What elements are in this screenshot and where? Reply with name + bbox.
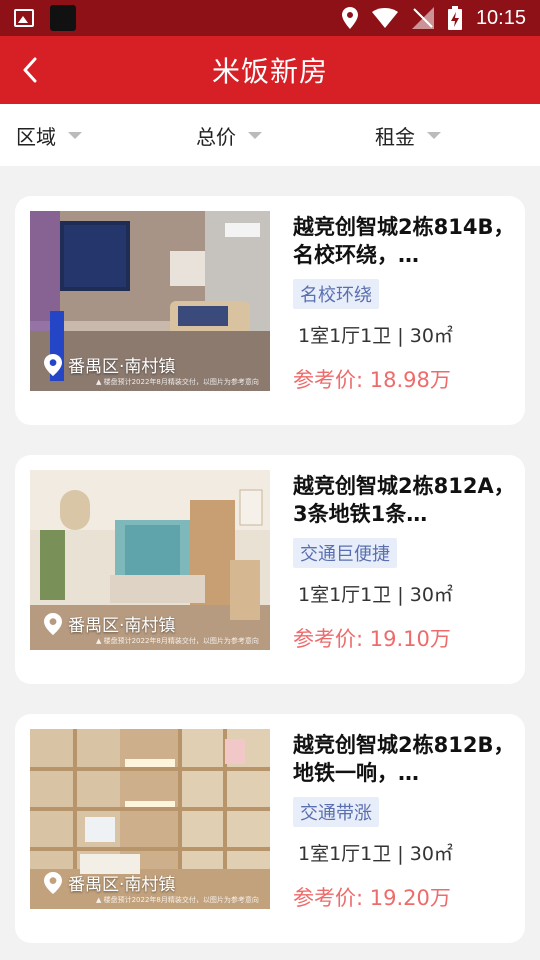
dropdown-arrow-icon [427, 131, 441, 139]
location-text: 番禺区·南村镇 [68, 875, 176, 895]
listing-card[interactable]: 番禺区·南村镇 ▲ 楼盘预计2022年8月精装交付，以图片为参考意向 越竞创智城… [15, 455, 525, 684]
photo-disclaimer: ▲ 楼盘预计2022年8月精装交付，以图片为参考意向 [96, 637, 259, 645]
listing-title: 越竞创智城2栋814B，名校环绕，… [293, 215, 515, 267]
gallery-notification-icon [14, 9, 34, 27]
filter-rent[interactable]: 租金 [375, 104, 441, 166]
location-text: 番禺区·南村镇 [68, 357, 176, 377]
listing-tag: 交通带涨 [293, 797, 379, 827]
status-time: 10:15 [475, 6, 526, 29]
location-pin-icon [44, 353, 62, 376]
listing-info: 越竞创智城2栋812B，地铁一响，… 交通带涨 1室1厅1卫 | 30㎡ 参考价… [293, 731, 515, 912]
listing-title: 越竞创智城2栋812B，地铁一响，… [293, 733, 515, 785]
filter-region[interactable]: 区域 [16, 104, 82, 166]
listing-price: 参考价: 19.10万 [293, 627, 451, 651]
location-pin-icon [44, 612, 62, 635]
listing-tag: 交通巨便捷 [293, 538, 397, 568]
filter-rent-label: 租金 [375, 124, 415, 149]
listing-card[interactable]: 番禺区·南村镇 ▲ 楼盘预计2022年8月精装交付，以图片为参考意向 越竞创智城… [15, 196, 525, 425]
dropdown-arrow-icon [68, 131, 82, 139]
listing-specs: 1室1厅1卫 | 30㎡ [298, 843, 453, 865]
app-notification-icon [50, 5, 76, 31]
listing-photo: 番禺区·南村镇 ▲ 楼盘预计2022年8月精装交付，以图片为参考意向 [30, 729, 270, 909]
page-title: 米饭新房 [211, 55, 328, 88]
filter-region-label: 区域 [16, 124, 56, 149]
filter-total-price-label: 总价 [196, 124, 236, 149]
status-bar: 10:15 [0, 0, 540, 36]
filter-bar: 区域 总价 租金 [0, 104, 540, 166]
photo-disclaimer: ▲ 楼盘预计2022年8月精装交付，以图片为参考意向 [96, 378, 259, 386]
listing-price: 参考价: 19.20万 [293, 886, 451, 910]
dropdown-arrow-icon [248, 131, 262, 139]
listing-info: 越竞创智城2栋814B，名校环绕，… 名校环绕 1室1厅1卫 | 30㎡ 参考价… [293, 213, 515, 394]
app-bar: 米饭新房 [0, 36, 540, 104]
no-signal-icon [411, 7, 434, 29]
location-pin-icon [44, 871, 62, 894]
listing-location: 番禺区·南村镇 [44, 611, 175, 636]
listing-info: 越竞创智城2栋812A，3条地铁1条… 交通巨便捷 1室1厅1卫 | 30㎡ 参… [293, 472, 515, 653]
listing-card[interactable]: 番禺区·南村镇 ▲ 楼盘预计2022年8月精装交付，以图片为参考意向 越竞创智城… [15, 714, 525, 943]
location-status-icon [341, 7, 358, 29]
filter-total-price[interactable]: 总价 [196, 104, 262, 166]
location-text: 番禺区·南村镇 [68, 616, 176, 636]
battery-charging-icon [447, 6, 462, 30]
back-button[interactable] [10, 50, 50, 90]
listing-title: 越竞创智城2栋812A，3条地铁1条… [293, 474, 515, 526]
listing-tag: 名校环绕 [293, 279, 379, 309]
chevron-left-icon [23, 57, 37, 83]
listing-specs: 1室1厅1卫 | 30㎡ [298, 584, 453, 606]
listing-photo: 番禺区·南村镇 ▲ 楼盘预计2022年8月精装交付，以图片为参考意向 [30, 211, 270, 391]
listing-photo: 番禺区·南村镇 ▲ 楼盘预计2022年8月精装交付，以图片为参考意向 [30, 470, 270, 650]
listing-location: 番禺区·南村镇 [44, 870, 175, 895]
listing-specs: 1室1厅1卫 | 30㎡ [298, 325, 453, 347]
status-right: 10:15 [341, 6, 526, 30]
listing-price: 参考价: 18.98万 [293, 368, 451, 392]
photo-disclaimer: ▲ 楼盘预计2022年8月精装交付，以图片为参考意向 [96, 896, 259, 904]
listing-location: 番禺区·南村镇 [44, 352, 175, 377]
wifi-icon [371, 8, 398, 28]
status-left [14, 5, 76, 31]
